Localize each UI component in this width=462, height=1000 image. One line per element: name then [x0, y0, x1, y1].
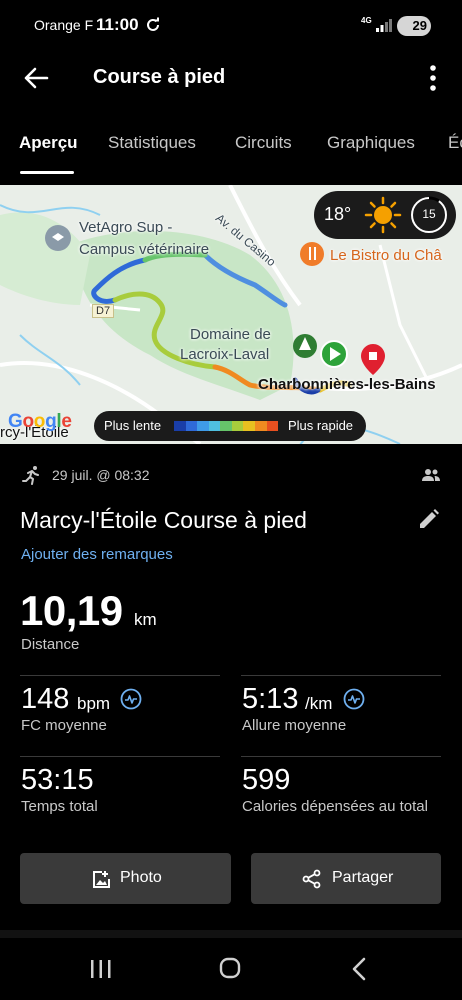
share-button-label: Partager [332, 869, 394, 886]
google-attribution: Google [8, 411, 72, 432]
share-icon [302, 869, 321, 889]
tab-bar: Aperçu Statistiques Circuits Graphiques … [0, 120, 462, 176]
share-button[interactable]: Partager [251, 853, 441, 904]
nav-back-icon[interactable] [350, 957, 368, 981]
group-icon[interactable] [422, 468, 440, 482]
calories-value: 599 [242, 764, 291, 796]
divider [20, 675, 220, 676]
tab-overview[interactable]: Aperçu [19, 133, 78, 153]
heart-rate-info-icon[interactable] [120, 688, 142, 710]
edit-icon[interactable] [417, 507, 441, 531]
legend-color-swatch [208, 421, 221, 431]
running-icon [22, 466, 39, 485]
activity-date: 29 juil. @ 08:32 [52, 467, 150, 483]
heart-rate-value: 148 [21, 683, 70, 715]
status-time: 11:00 [96, 15, 139, 34]
divider [241, 756, 441, 757]
divider [20, 756, 220, 757]
activity-title: Marcy-l'Étoile Course à pied [20, 507, 307, 533]
legend-color-swatch [243, 421, 255, 431]
legend-color-swatch [231, 421, 244, 431]
heart-rate-unit: bpm [77, 694, 111, 713]
status-bar: Orange F 11:00 4G 29 [0, 0, 462, 52]
heart-rate-label: FC moyenne [21, 717, 107, 734]
distance-value: 10,19 [20, 587, 123, 634]
sun-icon [364, 196, 402, 234]
add-photo-button[interactable]: Photo [20, 853, 231, 904]
legend-color-swatch [220, 421, 232, 431]
network-type: 4G [361, 16, 372, 25]
map-label-charbonnieres: Charbonnières-les-Bains [258, 376, 436, 393]
legend-color-swatch [185, 421, 198, 431]
map-label-domaine: Domaine de [190, 326, 271, 343]
tab-more[interactable]: Éc [448, 133, 462, 153]
back-arrow-icon[interactable] [22, 64, 50, 92]
system-nav-bar [0, 938, 462, 1000]
total-time-label: Temps total [21, 798, 98, 815]
legend-color-scale [174, 421, 279, 431]
map-label-bistro: Le Bistro du Châ [330, 247, 442, 264]
map-label-vetagro: VetAgro Sup - [79, 219, 173, 236]
weather-chip[interactable]: 18° 15 [314, 191, 456, 239]
add-notes-link[interactable]: Ajouter des remarques [21, 546, 173, 563]
more-options-icon[interactable] [418, 62, 448, 94]
home-icon[interactable] [219, 957, 241, 979]
app-bar: Course à pied [0, 52, 462, 104]
pace-value: 5:13 [242, 683, 299, 715]
signal-icon [376, 19, 392, 32]
tab-charts[interactable]: Graphiques [327, 133, 415, 153]
pace-legend: Plus lente Plus rapide [94, 411, 366, 441]
bottom-strip [0, 930, 462, 938]
carrier-name: Orange F [34, 17, 94, 33]
tab-statistics[interactable]: Statistiques [108, 133, 196, 153]
divider [241, 675, 441, 676]
route-map[interactable]: VetAgro Sup - Campus vétérinaire Av. du … [0, 185, 462, 444]
map-label-campus: Campus vétérinaire [79, 241, 210, 258]
pace-label: Allure moyenne [242, 717, 347, 734]
distance-label: Distance [21, 636, 80, 653]
battery-level: 29 [412, 18, 427, 33]
activity-meta: 29 juil. @ 08:32 [0, 464, 462, 488]
legend-color-swatch [266, 421, 279, 431]
legend-fast-label: Plus rapide [288, 418, 354, 433]
legend-color-swatch [174, 421, 186, 431]
map-label-d7: D7 [92, 304, 115, 318]
total-time-value: 53:15 [21, 764, 94, 796]
legend-color-swatch [197, 421, 209, 431]
photo-button-label: Photo [120, 869, 162, 886]
legend-slow-label: Plus lente [104, 418, 162, 433]
pace-unit: /km [305, 694, 333, 713]
tab-indicator [20, 171, 74, 174]
distance-unit: km [134, 610, 157, 629]
page-title: Course à pied [93, 66, 226, 88]
calories-label: Calories dépensées au total [242, 798, 428, 815]
legend-color-swatch [254, 421, 267, 431]
battery-indicator: 29 [397, 16, 431, 36]
air-quality-value: 15 [422, 207, 436, 221]
add-photo-icon [93, 871, 110, 888]
sync-icon [147, 17, 159, 31]
map-label-lacroix: Lacroix-Laval [180, 346, 270, 363]
tab-laps[interactable]: Circuits [235, 133, 292, 153]
recents-icon[interactable] [88, 958, 114, 980]
weather-temperature: 18° [324, 204, 352, 224]
pace-info-icon[interactable] [343, 688, 365, 710]
